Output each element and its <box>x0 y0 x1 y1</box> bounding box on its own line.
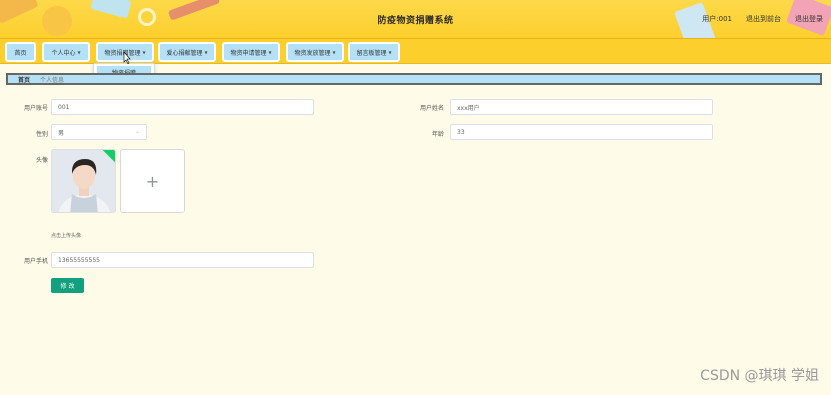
avatar-image[interactable] <box>51 149 116 213</box>
user-info: 用户:001 退出到前台 退出登录 <box>702 14 823 24</box>
breadcrumb-home[interactable]: 首页 <box>18 75 30 84</box>
chevron-down-icon: ▼ <box>268 49 272 55</box>
nav-home[interactable]: 首页 <box>5 42 36 62</box>
nav-message-board-management-label: 留言板管理 <box>356 49 387 57</box>
nav-love-donation-management[interactable]: 爱心捐献管理 ▼ <box>158 42 216 62</box>
chevron-down-icon: ▼ <box>77 49 81 55</box>
chevron-down-icon: ▼ <box>204 49 208 55</box>
gender-select[interactable]: 男 ⌄ <box>51 124 147 140</box>
phone-value: 13655555555 <box>58 256 100 264</box>
account-label: 用户账号 <box>23 105 48 112</box>
breadcrumb-current: 个人信息 <box>40 76 65 84</box>
chevron-down-icon: ▼ <box>388 49 392 55</box>
account-value: 001 <box>58 103 70 111</box>
nav-message-board-management[interactable]: 留言板管理 ▼ <box>348 42 400 62</box>
breadcrumb: 首页 个人信息 <box>6 73 822 85</box>
nav-supply-distribution-management-label: 物资发放管理 <box>294 49 331 57</box>
account-input[interactable]: 001 <box>51 99 314 115</box>
nav-supply-distribution-management[interactable]: 物资发放管理 ▼ <box>286 42 344 62</box>
mouse-cursor-icon <box>123 52 131 64</box>
nav-personal-center-label: 个人中心 <box>51 49 76 57</box>
back-to-front-link[interactable]: 退出到前台 <box>746 14 781 24</box>
avatar-label: 头像 <box>35 157 48 164</box>
name-value: xxx用户 <box>457 104 480 112</box>
upload-hint: 点击上传头像 <box>51 233 82 239</box>
current-user-label: 用户:001 <box>702 15 732 23</box>
phone-input[interactable]: 13655555555 <box>51 252 314 268</box>
nav-personal-center[interactable]: 个人中心 ▼ <box>42 42 90 62</box>
chevron-down-icon: ▼ <box>332 49 336 55</box>
gender-label: 性别 <box>35 131 48 138</box>
age-input[interactable]: 33 <box>450 124 713 140</box>
age-label: 年龄 <box>431 131 444 138</box>
chevron-down-icon: ⌄ <box>134 128 140 135</box>
nav-supply-request-management[interactable]: 物资申请管理 ▼ <box>222 42 280 62</box>
nav-home-label: 首页 <box>14 49 27 57</box>
avatar-portrait-icon <box>52 150 115 212</box>
logout-link[interactable]: 退出登录 <box>795 14 823 24</box>
plus-icon: + <box>145 171 160 191</box>
nav-supply-request-management-label: 物资申请管理 <box>230 49 267 57</box>
phone-label: 用户手机 <box>23 258 48 265</box>
age-value: 33 <box>457 128 465 136</box>
header-bar: 防疫物资捐赠系统 用户:001 退出到前台 退出登录 <box>0 0 831 38</box>
name-label: 用户姓名 <box>419 105 444 112</box>
upload-avatar-button[interactable]: + <box>120 149 185 213</box>
modify-button[interactable]: 修 改 <box>51 278 84 293</box>
watermark-text: CSDN @琪琪 学姐 <box>700 368 819 384</box>
name-input[interactable]: xxx用户 <box>450 99 713 115</box>
chevron-down-icon: ▼ <box>142 49 146 55</box>
gender-value: 男 <box>58 129 65 137</box>
nav-love-donation-management-label: 爱心捐献管理 <box>166 49 203 57</box>
